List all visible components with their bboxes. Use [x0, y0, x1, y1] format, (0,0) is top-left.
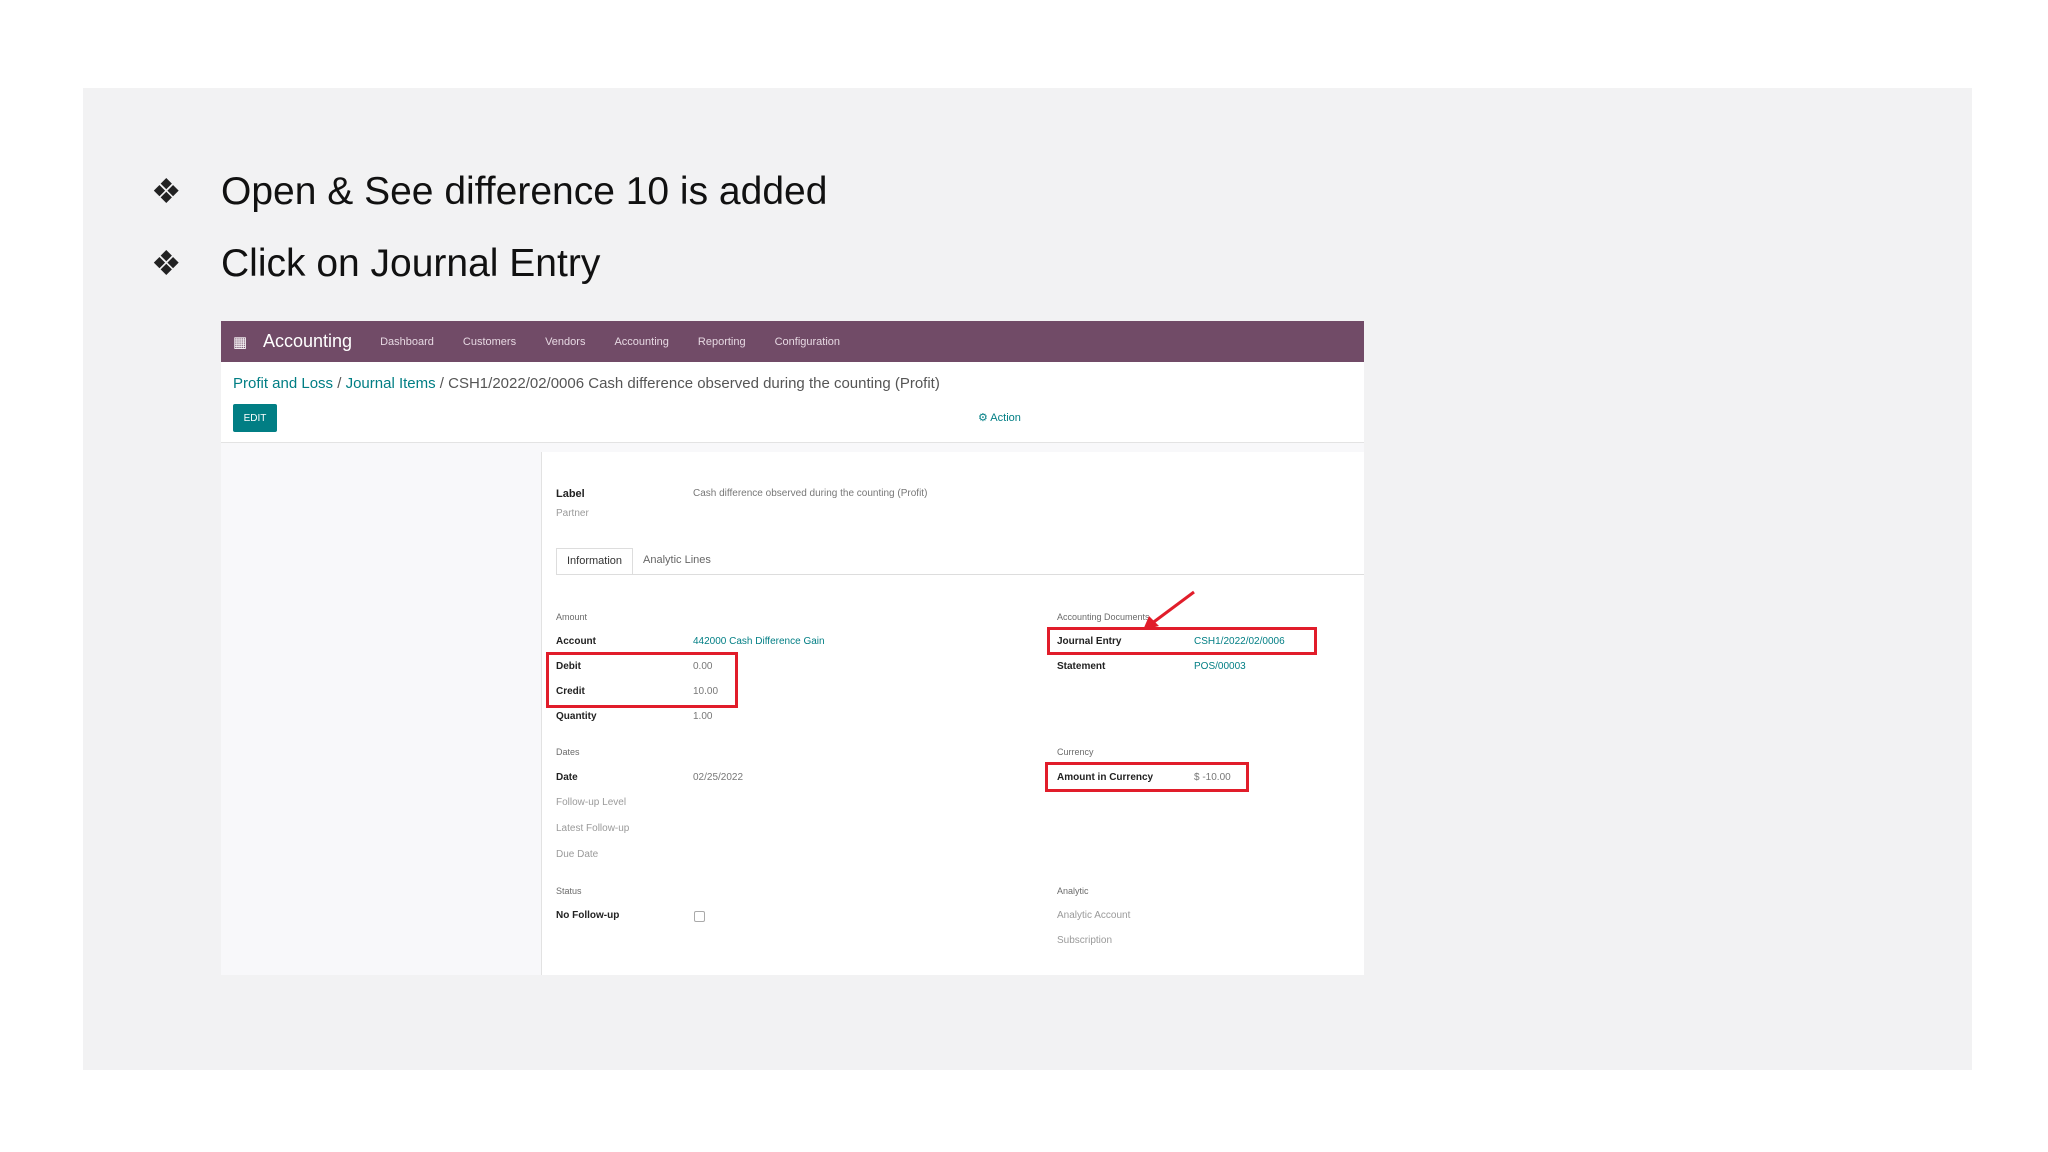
statement-label: Statement	[1057, 661, 1106, 672]
form-sheet: Label Cash difference observed during th…	[541, 452, 1364, 975]
dates-group-title: Dates	[556, 747, 580, 757]
analytic-group-title: Analytic	[1057, 886, 1089, 896]
control-panel: Profit and Loss / Journal Items / CSH1/2…	[221, 362, 1364, 443]
slide: ❖ Open & See difference 10 is added ❖ Cl…	[83, 88, 1972, 1070]
followup-level-label: Follow-up Level	[556, 797, 627, 808]
statement-link[interactable]: POS/00003	[1194, 661, 1246, 672]
menu-customers[interactable]: Customers	[463, 336, 516, 348]
analytic-account-label: Analytic Account	[1057, 910, 1131, 921]
bullet-text: Click on Journal Entry	[221, 242, 601, 285]
quantity-label: Quantity	[556, 711, 597, 722]
breadcrumb-journal-items[interactable]: Journal Items	[346, 375, 436, 392]
top-navbar: ▦ Accounting Dashboard Customers Vendors…	[221, 321, 1364, 362]
breadcrumb-separator: /	[435, 375, 449, 392]
date-value[interactable]: 02/25/2022	[693, 772, 743, 783]
latest-followup-label: Latest Follow-up	[556, 823, 630, 834]
no-followup-label: No Follow-up	[556, 910, 620, 921]
account-value-link[interactable]: 442000 Cash Difference Gain	[693, 636, 825, 647]
debit-credit-highlight-box	[546, 652, 738, 708]
bullet-item: ❖ Open & See difference 10 is added	[151, 170, 827, 214]
date-label: Date	[556, 772, 578, 783]
notebook-tabs: Information Analytic Lines	[556, 548, 721, 575]
menu-reporting[interactable]: Reporting	[698, 336, 746, 348]
tab-analytic-lines[interactable]: Analytic Lines	[633, 548, 721, 575]
diamond-bullet-icon: ❖	[151, 173, 182, 211]
accounting-documents-group-title: Accounting Documents	[1057, 612, 1150, 622]
menu-configuration[interactable]: Configuration	[775, 336, 840, 348]
amount-in-currency-highlight-box	[1045, 762, 1249, 792]
menu-accounting[interactable]: Accounting	[614, 336, 668, 348]
account-label: Account	[556, 636, 596, 647]
bullet-text: Open & See difference 10 is added	[221, 170, 828, 213]
label-field-label: Label	[556, 488, 585, 500]
status-group-title: Status	[556, 886, 582, 896]
no-followup-checkbox[interactable]	[694, 911, 705, 922]
menu-dashboard[interactable]: Dashboard	[380, 336, 434, 348]
breadcrumb: Profit and Loss / Journal Items / CSH1/2…	[233, 375, 940, 392]
apps-grid-icon[interactable]: ▦	[233, 333, 263, 351]
subscription-label: Subscription	[1057, 935, 1113, 946]
label-field-value[interactable]: Cash difference observed during the coun…	[693, 488, 927, 499]
red-arrow-icon	[1143, 590, 1195, 630]
amount-group-title: Amount	[556, 612, 588, 622]
diamond-bullet-icon: ❖	[151, 245, 182, 283]
odoo-screenshot: ▦ Accounting Dashboard Customers Vendors…	[221, 321, 1364, 975]
bullet-item: ❖ Click on Journal Entry	[151, 242, 600, 286]
app-name[interactable]: Accounting	[263, 331, 352, 352]
currency-group-title: Currency	[1057, 747, 1094, 757]
tab-divider	[556, 574, 1364, 575]
tab-information[interactable]: Information	[556, 548, 634, 575]
quantity-value[interactable]: 1.00	[693, 711, 712, 722]
breadcrumb-separator: /	[333, 375, 346, 392]
due-date-label: Due Date	[556, 849, 599, 860]
breadcrumb-current: CSH1/2022/02/0006 Cash difference observ…	[448, 375, 940, 392]
breadcrumb-profit-and-loss[interactable]: Profit and Loss	[233, 375, 333, 392]
action-menu-button[interactable]: ⚙ Action	[978, 411, 1021, 424]
menu-vendors[interactable]: Vendors	[545, 336, 585, 348]
partner-field-label: Partner	[556, 508, 589, 519]
edit-button[interactable]: EDIT	[233, 404, 277, 432]
